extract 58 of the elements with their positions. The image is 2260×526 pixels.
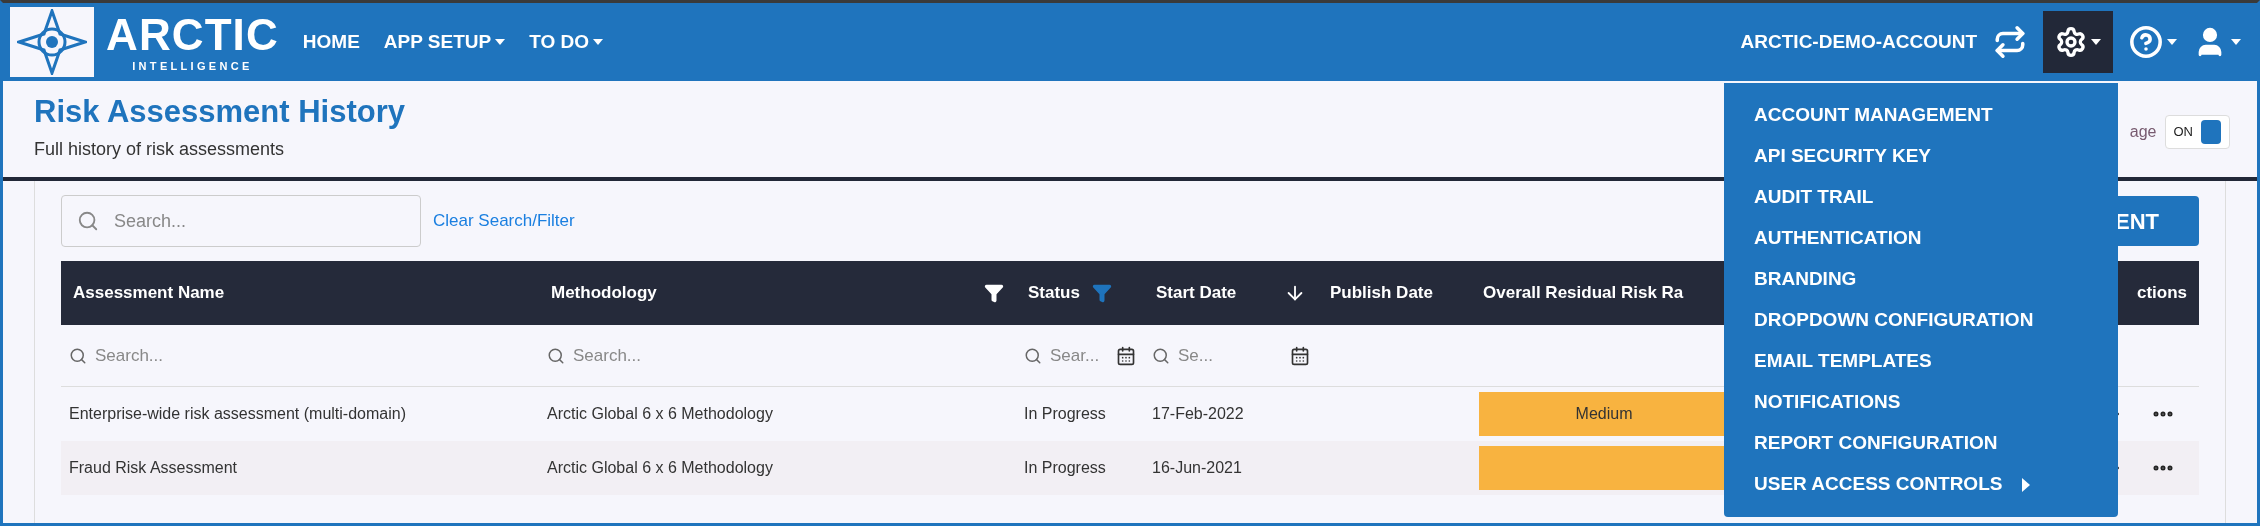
column-search-field[interactable]: Sear... — [1050, 342, 1108, 369]
search-icon — [1024, 346, 1042, 365]
settings-menu-item[interactable]: BRANDING — [1724, 259, 2118, 300]
search-icon — [77, 210, 99, 232]
column-header[interactable]: Status — [1028, 280, 1080, 306]
caret-icon — [495, 39, 506, 45]
page-title: Risk Assessment History — [34, 93, 406, 131]
logo-tagline: INTELLIGENCE — [132, 60, 253, 72]
caret-icon — [2091, 39, 2101, 45]
table-cell-text: 16-Jun-2021 — [1151, 458, 1243, 478]
caret-icon — [2167, 39, 2177, 45]
column-search-field[interactable]: Search... — [95, 342, 531, 369]
caret-icon — [593, 39, 603, 45]
column-header[interactable]: Methodology — [551, 280, 657, 306]
star-compass-icon — [17, 9, 87, 75]
table-cell-text: Arctic Global 6 x 6 Methodology — [546, 458, 774, 478]
switch-account-icon[interactable] — [1993, 25, 2027, 59]
settings-menu-item[interactable]: DROPDOWN CONFIGURATION — [1724, 300, 2118, 341]
calendar-icon[interactable] — [1116, 345, 1136, 366]
table-cell-text: In Progress — [1023, 458, 1107, 478]
help-button[interactable] — [2129, 25, 2177, 59]
toggle-label: age — [2129, 122, 2157, 142]
table-cell-text: Fraud Risk Assessment — [68, 458, 239, 478]
settings-button[interactable] — [2043, 11, 2113, 73]
account-name[interactable]: ARCTIC-DEMO-ACCOUNT — [1740, 27, 1977, 57]
clear-search-link[interactable]: Clear Search/Filter — [433, 208, 575, 234]
table-cell-text: 17-Feb-2022 — [1151, 404, 1245, 424]
search-field[interactable]: Search... — [61, 195, 421, 247]
table-cell-text: Enterprise-wide risk assessment (multi-domain) — [68, 404, 407, 424]
table-cell-text: Arctic Global 6 x 6 Methodology — [546, 404, 774, 424]
logo[interactable]: ARCTIC INTELLIGENCE — [10, 7, 279, 77]
settings-menu-item[interactable]: ACCOUNT MANAGEMENT — [1724, 95, 2118, 136]
column-header[interactable]: Assessment Name — [73, 280, 225, 306]
column-search-field[interactable]: Se... — [1178, 342, 1282, 369]
settings-menu-item[interactable]: AUDIT TRAIL — [1724, 177, 2118, 218]
settings-icon — [2055, 26, 2087, 58]
nav-menu-item[interactable]: TO DO — [529, 27, 603, 57]
settings-menu-item[interactable]: AUTHENTICATION — [1724, 218, 2118, 259]
page-subtitle: Full history of risk assessments — [34, 137, 286, 161]
column-header[interactable]: Publish Date — [1330, 280, 1433, 306]
nav-menu-item[interactable]: HOME — [302, 27, 360, 57]
logo-name: ARCTIC — [106, 12, 279, 57]
toggle-switch[interactable]: ON — [2164, 115, 2230, 149]
column-header[interactable]: Overall Residual Risk Ra — [1483, 280, 1684, 306]
settings-menu-item[interactable]: USER ACCESS CONTROLS — [1724, 464, 2118, 505]
calendar-icon[interactable] — [1290, 345, 1310, 366]
column-search-field[interactable]: Search... — [573, 342, 1008, 369]
help-icon — [2129, 25, 2163, 59]
settings-menu-item[interactable]: API SECURITY KEY — [1724, 136, 2118, 177]
column-header[interactable]: Start Date — [1156, 280, 1237, 306]
nav-menu-item[interactable]: APP SETUP — [383, 27, 506, 57]
table-cell-text: In Progress — [1023, 404, 1107, 424]
search-icon — [69, 346, 87, 365]
settings-menu-item[interactable]: EMAIL TEMPLATES — [1724, 341, 2118, 382]
search-icon — [547, 346, 565, 365]
caret-icon — [2231, 39, 2241, 45]
submenu-caret-icon — [2022, 477, 2031, 492]
search-icon — [1152, 346, 1170, 365]
